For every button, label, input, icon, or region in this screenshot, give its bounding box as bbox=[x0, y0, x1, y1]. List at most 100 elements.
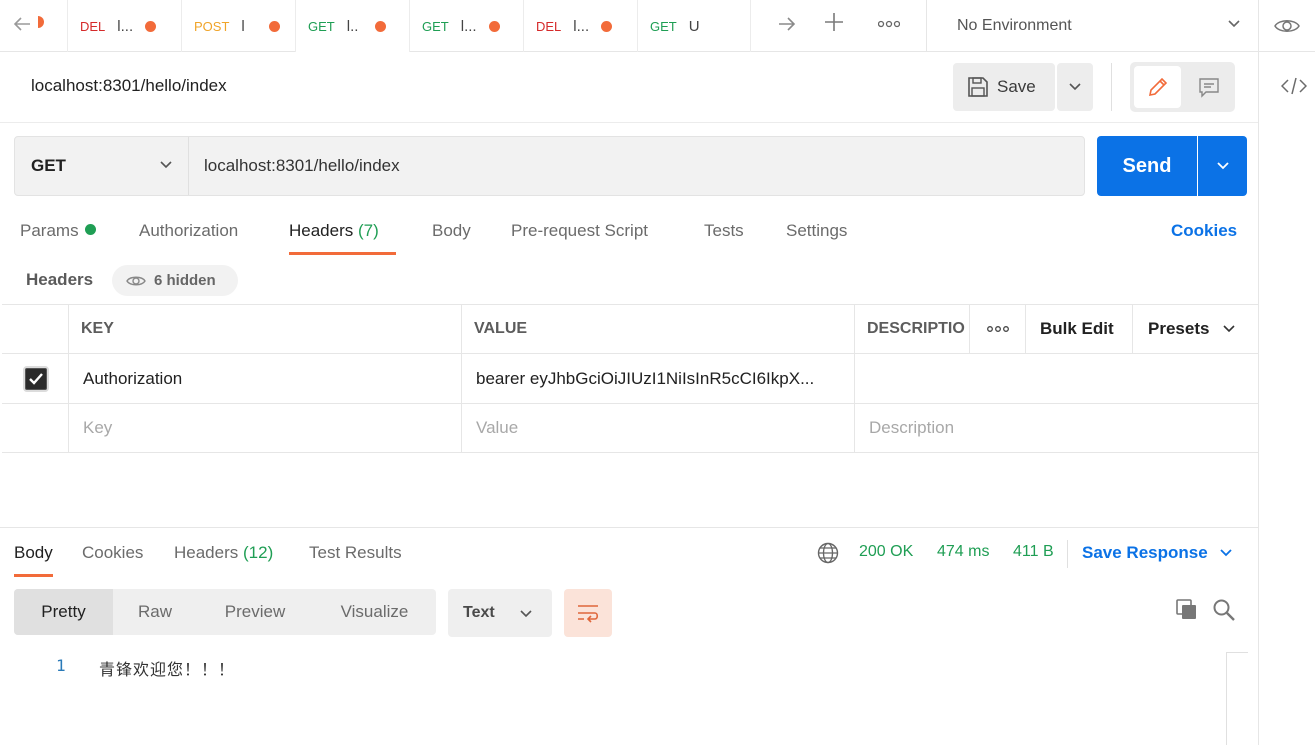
save-label: Save bbox=[997, 77, 1036, 96]
response-status[interactable]: 200 OK bbox=[859, 543, 913, 561]
tab-name: l.. bbox=[346, 17, 359, 35]
tab-name: U bbox=[688, 17, 700, 35]
chevron-down-icon bbox=[1228, 20, 1240, 28]
header-description-cell[interactable] bbox=[855, 354, 1258, 403]
response-size[interactable]: 411 B bbox=[1013, 543, 1054, 561]
tab-prerequest-script[interactable]: Pre-request Script bbox=[511, 221, 648, 255]
chevron-down-icon bbox=[1220, 549, 1232, 557]
new-description-input[interactable]: Description bbox=[855, 404, 1258, 452]
response-tab-body[interactable]: Body bbox=[14, 543, 53, 577]
response-tab-test-results[interactable]: Test Results bbox=[309, 543, 402, 577]
search-icon[interactable] bbox=[1212, 598, 1236, 626]
description-column-header: DESCRIPTIO bbox=[855, 305, 970, 353]
tab-tests[interactable]: Tests bbox=[704, 221, 744, 255]
response-body-line[interactable]: 青锋欢迎您！！！ bbox=[99, 656, 235, 680]
chevron-down-icon bbox=[1223, 325, 1236, 333]
view-preview-button[interactable]: Preview bbox=[197, 589, 313, 635]
view-raw-button[interactable]: Raw bbox=[113, 589, 197, 635]
chevron-down-icon bbox=[1069, 83, 1081, 91]
chevron-down-icon bbox=[1216, 162, 1229, 170]
tab-method: GET bbox=[308, 18, 335, 34]
right-sidebar bbox=[1258, 52, 1315, 745]
copy-icon[interactable] bbox=[1175, 598, 1199, 626]
request-tab[interactable]: GET l... bbox=[409, 0, 523, 52]
environment-quick-look-eye-icon[interactable] bbox=[1258, 0, 1315, 52]
view-mode-toggle bbox=[1130, 62, 1235, 112]
http-method-select[interactable]: GET bbox=[15, 137, 189, 195]
unsaved-dot-icon bbox=[601, 20, 613, 32]
save-button[interactable]: Save bbox=[953, 63, 1055, 111]
code-snippet-icon[interactable] bbox=[1280, 76, 1308, 101]
new-key-input[interactable]: Key bbox=[69, 404, 462, 452]
tab-name: l... bbox=[117, 17, 134, 35]
table-row-new: Key Value Description bbox=[2, 404, 1258, 453]
response-time[interactable]: 474 ms bbox=[937, 543, 989, 561]
http-method-label: GET bbox=[31, 156, 66, 175]
tab-headers-label: Headers bbox=[289, 221, 354, 240]
cookies-link[interactable]: Cookies bbox=[1171, 221, 1237, 241]
tab-method: GET bbox=[650, 18, 677, 34]
more-options-icon[interactable] bbox=[873, 10, 905, 38]
send-button[interactable]: Send bbox=[1097, 136, 1197, 196]
unsaved-dot-icon bbox=[488, 20, 500, 32]
scroll-tabs-left-icon[interactable] bbox=[10, 12, 34, 36]
view-visualize-button[interactable]: Visualize bbox=[313, 589, 436, 635]
header-key-cell[interactable]: Authorization bbox=[69, 354, 462, 403]
scroll-tabs-right-icon[interactable] bbox=[773, 10, 801, 38]
save-response-button[interactable]: Save Response bbox=[1082, 543, 1234, 563]
tab-params[interactable]: Params bbox=[20, 221, 96, 255]
request-tab-active[interactable]: GET l.. bbox=[295, 0, 409, 52]
chevron-down-icon bbox=[520, 610, 532, 618]
request-tab[interactable]: POST l bbox=[181, 0, 295, 52]
header-value-cell[interactable]: bearer eyJhbGciOiJIUzI1NiIsInR5cCI6IkpX.… bbox=[462, 354, 855, 403]
request-tab[interactable]: DEL l... bbox=[67, 0, 181, 52]
tab-body[interactable]: Body bbox=[432, 221, 471, 255]
unsaved-dot-icon bbox=[145, 20, 157, 32]
wrap-lines-button[interactable] bbox=[564, 589, 612, 637]
send-options-button[interactable] bbox=[1198, 136, 1247, 196]
tab-method: GET bbox=[422, 18, 449, 34]
request-tab[interactable]: DEL l... bbox=[523, 0, 637, 52]
tab-headers[interactable]: Headers (7) bbox=[289, 221, 396, 255]
save-response-label: Save Response bbox=[1082, 543, 1208, 562]
response-tab-headers-label: Headers bbox=[174, 543, 239, 562]
tab-method: POST bbox=[194, 18, 230, 34]
request-title[interactable]: localhost:8301/hello/index bbox=[31, 76, 227, 96]
presets-dropdown[interactable]: Presets bbox=[1133, 305, 1258, 353]
tab-settings[interactable]: Settings bbox=[786, 221, 847, 255]
divider bbox=[0, 122, 1258, 123]
row-enabled-checkbox[interactable] bbox=[23, 365, 49, 392]
url-input[interactable]: localhost:8301/hello/index bbox=[204, 137, 400, 195]
request-tab[interactable]: GET U bbox=[637, 0, 751, 52]
table-header-row: KEY VALUE DESCRIPTIO Bulk Edit Presets bbox=[2, 305, 1258, 354]
response-format-select[interactable]: Text bbox=[448, 589, 552, 637]
edit-pencil-icon[interactable] bbox=[1134, 66, 1181, 108]
new-value-input[interactable]: Value bbox=[462, 404, 855, 452]
hidden-headers-toggle[interactable]: 6 hidden bbox=[112, 265, 238, 296]
response-format-label: Text bbox=[463, 604, 495, 621]
divider bbox=[1111, 63, 1112, 111]
response-scrollbar[interactable] bbox=[1226, 652, 1248, 745]
save-options-button[interactable] bbox=[1057, 63, 1093, 111]
globe-network-icon[interactable] bbox=[817, 542, 839, 568]
more-options-icon[interactable] bbox=[970, 305, 1026, 353]
view-pretty-button[interactable]: Pretty bbox=[14, 589, 113, 635]
response-tab-cookies[interactable]: Cookies bbox=[82, 543, 143, 577]
line-number: 1 bbox=[56, 656, 66, 675]
response-tab-headers[interactable]: Headers (12) bbox=[174, 543, 273, 577]
new-tab-plus-icon[interactable] bbox=[820, 8, 848, 36]
unsaved-dot-icon bbox=[269, 20, 281, 32]
tab-method: DEL bbox=[80, 18, 106, 34]
comments-icon[interactable] bbox=[1185, 66, 1232, 108]
bulk-edit-button[interactable]: Bulk Edit bbox=[1026, 305, 1133, 353]
tab-name: l bbox=[241, 17, 245, 35]
response-view-mode-group: Pretty Raw Preview Visualize bbox=[14, 589, 436, 635]
url-bar: GET localhost:8301/hello/index bbox=[14, 136, 1085, 196]
environment-select[interactable]: No Environment bbox=[926, 0, 1258, 52]
table-row: Authorization bearer eyJhbGciOiJIUzI1NiI… bbox=[2, 354, 1258, 404]
checkbox-column-header bbox=[2, 305, 69, 353]
unsaved-dot-icon bbox=[38, 16, 44, 28]
checkmark-icon bbox=[29, 372, 43, 385]
tab-authorization[interactable]: Authorization bbox=[139, 221, 238, 255]
response-divider[interactable] bbox=[0, 527, 1258, 528]
